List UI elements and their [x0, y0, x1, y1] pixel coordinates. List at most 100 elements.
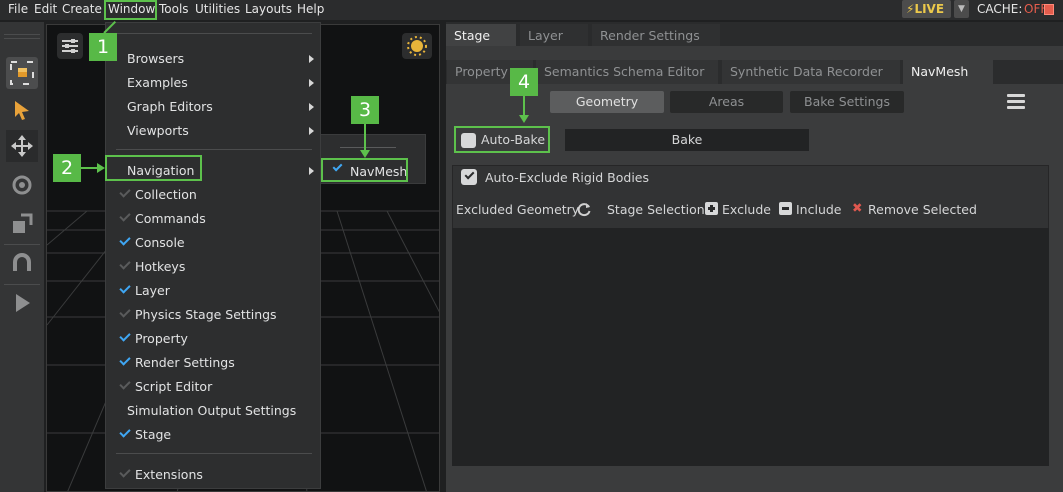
menu-layouts[interactable]: Layouts	[245, 2, 292, 16]
annotation-badge-1: 1	[89, 33, 117, 61]
checkmark-icon	[119, 234, 131, 246]
checkmark-icon	[119, 306, 131, 318]
menu-item-extensions[interactable]: Extensions	[106, 463, 320, 487]
snap-button[interactable]	[6, 247, 38, 279]
menu-item-viewports[interactable]: Viewports	[106, 119, 320, 143]
select-arrow-button[interactable]	[6, 94, 38, 126]
remove-selected-button[interactable]: Remove Selected	[868, 202, 977, 217]
submenu-arrow-icon	[309, 79, 314, 87]
live-label: LIVE	[914, 2, 945, 16]
scale-button[interactable]	[6, 208, 38, 240]
menu-edit[interactable]: Edit	[34, 2, 57, 16]
checkmark-icon	[119, 426, 131, 438]
menu-item-label: Simulation Output Settings	[127, 403, 297, 418]
select-mode-button[interactable]	[6, 57, 38, 89]
menu-item-label: Examples	[127, 75, 188, 90]
stage-selection-label: Stage Selection:	[607, 202, 709, 217]
menu-item-label: Commands	[135, 211, 206, 226]
menu-item-label: Physics Stage Settings	[135, 307, 277, 322]
move-icon	[11, 135, 33, 157]
menu-item-physics-stage-settings[interactable]: Physics Stage Settings	[106, 303, 320, 327]
menu-item-label: Render Settings	[135, 355, 235, 370]
sliders-icon	[62, 39, 78, 53]
annotation-badge-2: 2	[53, 154, 81, 182]
viewport-settings-button[interactable]	[57, 33, 83, 59]
tab-synthetic-data-recorder[interactable]: Synthetic Data Recorder	[722, 60, 900, 84]
remove-icon[interactable]: ✖	[852, 200, 862, 215]
annotation-arrowhead-4	[519, 115, 529, 123]
tab-navmesh[interactable]: NavMesh	[903, 60, 993, 84]
annotation-arrowhead-2	[97, 163, 105, 173]
scale-icon	[13, 213, 33, 233]
exclude-button[interactable]: Exclude	[722, 202, 771, 217]
menu-item-layer[interactable]: Layer	[106, 279, 320, 303]
menu-item-examples[interactable]: Examples	[106, 71, 320, 95]
arrow-cursor-icon	[15, 101, 29, 120]
include-button[interactable]: Include	[796, 202, 842, 217]
tab-layer[interactable]: Layer	[520, 24, 588, 48]
excluded-geometry-list[interactable]	[452, 228, 1049, 466]
bake-button[interactable]: Bake	[565, 129, 809, 151]
move-button[interactable]	[6, 130, 38, 162]
menu-tools[interactable]: Tools	[159, 2, 189, 16]
refresh-icon[interactable]	[576, 201, 592, 217]
auto-exclude-label: Auto-Exclude Rigid Bodies	[485, 170, 650, 185]
geometry-mode-button[interactable]: Geometry	[550, 91, 664, 113]
menu-item-graph-editors[interactable]: Graph Editors	[106, 95, 320, 119]
bake-settings-mode-button[interactable]: Bake Settings	[790, 91, 904, 113]
select-mode-icon	[10, 61, 34, 85]
submenu-arrow-icon	[309, 55, 314, 63]
sun-icon	[407, 36, 427, 56]
menu-item-stage[interactable]: Stage	[106, 423, 320, 447]
annotation-box-auto-bake	[454, 126, 550, 153]
checkmark-icon	[119, 378, 131, 390]
annotation-box-navmesh	[321, 158, 408, 182]
magnet-icon	[13, 253, 31, 271]
menu-item-browsers[interactable]: Browsers	[106, 47, 320, 71]
submenu-separator	[340, 147, 396, 148]
menu-item-script-editor[interactable]: Script Editor	[106, 375, 320, 399]
menu-create[interactable]: Create	[62, 2, 102, 16]
play-icon	[16, 294, 30, 312]
lighting-button[interactable]	[402, 33, 432, 59]
tab-render-settings[interactable]: Render Settings	[592, 24, 720, 48]
areas-mode-button[interactable]: Areas	[670, 91, 783, 113]
checkmark-icon	[119, 466, 131, 478]
annotation-arrowhead-3	[360, 150, 370, 158]
menu-item-label: Graph Editors	[127, 99, 213, 114]
tab-stage[interactable]: Stage	[446, 24, 516, 48]
checkmark-icon	[119, 330, 131, 342]
checkmark-icon	[119, 210, 131, 222]
menu-item-commands[interactable]: Commands	[106, 207, 320, 231]
menu-file[interactable]: File	[8, 2, 28, 16]
menu-help[interactable]: Help	[297, 2, 324, 16]
menu-utilities[interactable]: Utilities	[195, 2, 240, 16]
live-button[interactable]: ⚡LIVE	[902, 0, 951, 18]
rotate-button[interactable]	[6, 169, 38, 201]
chevron-down-icon: ▼	[958, 4, 965, 14]
cache-icon[interactable]	[1044, 4, 1054, 15]
menu-item-label: Property	[135, 331, 188, 346]
menu-item-render-settings[interactable]: Render Settings	[106, 351, 320, 375]
menu-item-collection[interactable]: Collection	[106, 183, 320, 207]
plus-icon[interactable]	[705, 202, 718, 215]
checkmark-icon	[119, 258, 131, 270]
live-dropdown-button[interactable]: ▼	[954, 0, 969, 18]
checkmark-icon	[119, 186, 131, 198]
menu-item-label: Script Editor	[135, 379, 213, 394]
menu-item-property[interactable]: Property	[106, 327, 320, 351]
menu-item-label: Stage	[135, 427, 172, 442]
menu-item-console[interactable]: Console	[106, 231, 320, 255]
minus-icon[interactable]	[779, 202, 792, 215]
menu-item-simulation-output-settings[interactable]: Simulation Output Settings	[106, 399, 320, 423]
play-button[interactable]	[6, 287, 38, 319]
rotate-icon	[12, 175, 32, 195]
hamburger-menu-icon[interactable]	[1007, 93, 1025, 109]
menu-item-label: Extensions	[135, 467, 203, 482]
tab-semantics-schema-editor[interactable]: Semantics Schema Editor	[536, 60, 718, 84]
menu-item-label: Hotkeys	[135, 259, 186, 274]
annotation-arrow-4	[523, 96, 525, 116]
checkmark-icon	[119, 354, 131, 366]
annotation-box-window	[104, 0, 157, 20]
menu-item-hotkeys[interactable]: Hotkeys	[106, 255, 320, 279]
